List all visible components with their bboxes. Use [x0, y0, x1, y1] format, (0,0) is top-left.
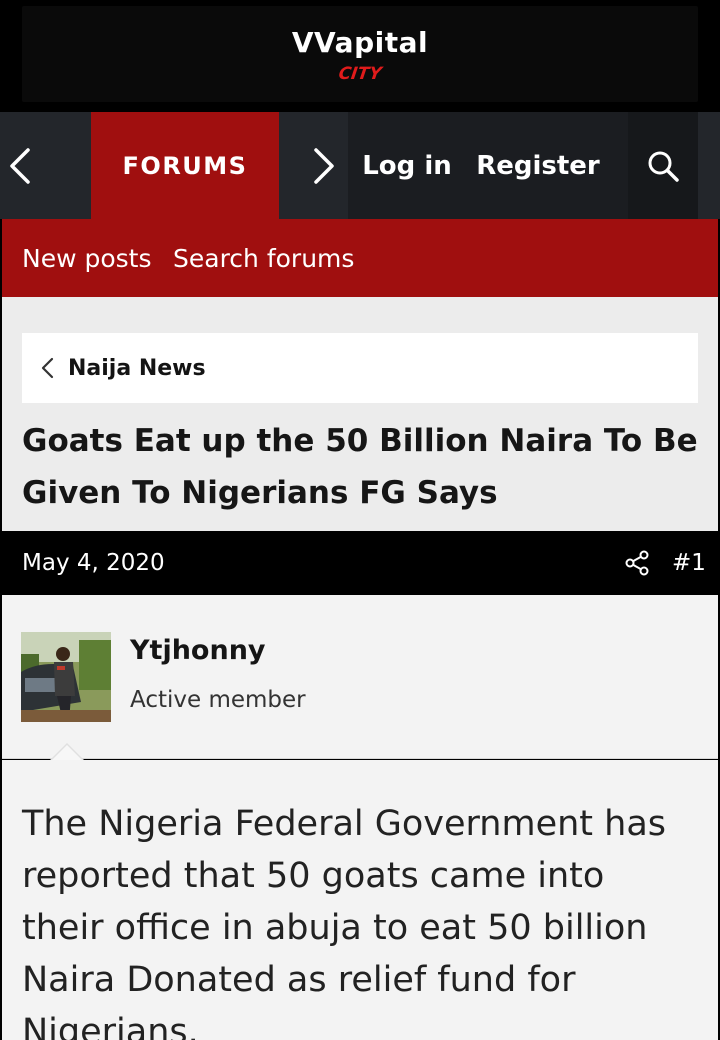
site-header: VVapital CITY [0, 0, 720, 112]
logo-main-text: VVapital [291, 26, 429, 59]
new-posts-link[interactable]: New posts [22, 219, 152, 297]
share-button[interactable] [622, 531, 652, 595]
nav-edge [698, 112, 720, 219]
thread-title: Goats Eat up the 50 Billion Naira To Be … [22, 423, 698, 511]
chevron-left-icon [10, 147, 30, 184]
logo-sub-text: CITY [337, 64, 383, 84]
author-username[interactable]: Ytjhonny [130, 635, 266, 666]
post-body: The Nigeria Federal Government has repor… [2, 760, 718, 1040]
post-pointer [51, 745, 83, 761]
nav-scroll-right-button[interactable] [300, 112, 348, 219]
search-forums-link[interactable]: Search forums [173, 219, 354, 297]
post-meta-bar: May 4, 2020 #1 [2, 531, 718, 595]
post-number-link[interactable]: #1 [672, 531, 706, 595]
login-link[interactable]: Log in [348, 112, 466, 219]
main-nav: FORUMS Log in Register [0, 112, 720, 219]
search-button[interactable] [628, 112, 698, 219]
search-icon [648, 151, 679, 182]
sub-nav: New posts Search forums [2, 219, 718, 297]
post-author-block: Ytjhonny Active member [2, 595, 718, 761]
post-message-text: The Nigeria Federal Government has repor… [22, 804, 667, 1040]
thread-header: Naija News Goats Eat up the 50 Billion N… [2, 297, 718, 531]
breadcrumb[interactable]: Naija News [22, 333, 698, 403]
share-icon [625, 550, 649, 576]
chevron-right-icon [314, 147, 334, 184]
post-date[interactable]: May 4, 2020 [22, 531, 165, 595]
nav-scroll-left-button[interactable] [0, 112, 90, 219]
register-link[interactable]: Register [466, 112, 610, 219]
author-user-title: Active member [130, 687, 306, 713]
chevron-left-icon [40, 356, 60, 380]
breadcrumb-label: Naija News [68, 355, 206, 381]
avatar[interactable] [21, 632, 111, 722]
nav-tab-forums[interactable]: FORUMS [91, 112, 279, 219]
site-logo[interactable]: VVapital CITY [22, 6, 698, 102]
